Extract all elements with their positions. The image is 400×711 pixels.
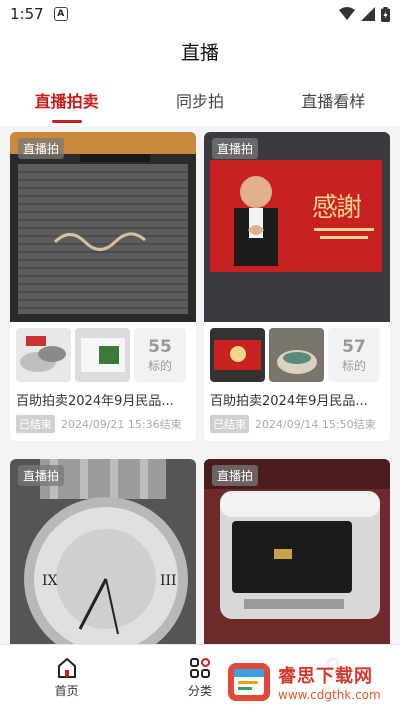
tab-live-auction[interactable]: 直播拍卖 bbox=[0, 74, 133, 126]
svg-text:III: III bbox=[160, 573, 177, 589]
status-badge: 已结束 bbox=[16, 415, 55, 433]
watermark-title: 睿思下载网 bbox=[278, 666, 373, 687]
auction-card[interactable]: 直播拍 bbox=[204, 459, 390, 644]
end-time: 2024/09/21 15:36结束 bbox=[61, 418, 182, 431]
watermark-logo-icon bbox=[228, 663, 270, 701]
top-bar: 直播 bbox=[0, 28, 400, 74]
auction-meta: 已结束 2024/09/14 15:50结束 bbox=[204, 409, 390, 441]
auction-card[interactable]: 感 謝 直播拍 57 标的 百助拍卖2024年9月民品... 已结束 2024/… bbox=[204, 132, 390, 441]
auction-card[interactable]: IX III 直播拍 bbox=[10, 459, 196, 644]
lot-thumb-image bbox=[75, 328, 130, 382]
speaker-image: 直播拍 bbox=[10, 132, 196, 322]
svg-text:謝: 謝 bbox=[336, 193, 362, 223]
lot-thumbnails: 55 标的 bbox=[10, 322, 196, 384]
lot-thumbnails: 57 标的 bbox=[204, 322, 390, 384]
signal-icon bbox=[361, 7, 375, 21]
lot-thumb-image bbox=[16, 328, 71, 382]
tab-sync-auction[interactable]: 同步拍 bbox=[133, 74, 266, 126]
svg-text:IX: IX bbox=[42, 573, 58, 589]
svg-text:感: 感 bbox=[312, 193, 338, 223]
nav-category-label: 分类 bbox=[187, 684, 212, 698]
grid-icon bbox=[189, 658, 210, 678]
watermark-url: www.cdgthk.com bbox=[278, 688, 381, 702]
auction-grid: 直播拍 55 标的 百助拍卖2024年9月民品... 已结束 2024/09/2… bbox=[0, 132, 400, 644]
nav-home-label: 首页 bbox=[54, 684, 79, 698]
lot-count-unit: 标的 bbox=[147, 358, 172, 373]
auction-name: 百助拍卖2024年9月民品... bbox=[16, 394, 174, 409]
tab-bar: 直播拍卖 同步拍 直播看样 bbox=[0, 74, 400, 126]
status-badge: 已结束 bbox=[210, 415, 249, 433]
lot-thumb-image bbox=[269, 328, 324, 382]
watch-image: IX III 直播拍 bbox=[10, 459, 196, 644]
home-icon bbox=[57, 658, 76, 678]
lot-count-number: 55 bbox=[148, 336, 172, 357]
lot-count-unit: 标的 bbox=[341, 358, 366, 373]
notification-icon: A bbox=[53, 7, 68, 21]
page-title: 直播 bbox=[180, 41, 219, 64]
live-badge: 直播拍 bbox=[18, 465, 65, 486]
auction-meta: 已结束 2024/09/21 15:36结束 bbox=[10, 409, 196, 441]
status-bar: 1:57 A bbox=[0, 0, 400, 28]
lot-count: 55 标的 bbox=[134, 328, 186, 382]
red-card-image: 感 謝 直播拍 bbox=[204, 132, 390, 322]
lot-thumb-image bbox=[210, 328, 265, 382]
watermark: 睿思下载网 www.cdgthk.com bbox=[222, 655, 398, 709]
wifi-icon bbox=[339, 7, 355, 20]
end-time: 2024/09/14 15:50结束 bbox=[255, 418, 376, 431]
auction-card[interactable]: 直播拍 55 标的 百助拍卖2024年9月民品... 已结束 2024/09/2… bbox=[10, 132, 196, 441]
status-time: 1:57 bbox=[10, 5, 44, 23]
live-badge: 直播拍 bbox=[212, 138, 259, 159]
live-badge: 直播拍 bbox=[18, 138, 65, 159]
nav-home[interactable]: 首页 bbox=[0, 645, 133, 711]
battery-icon bbox=[381, 6, 390, 22]
tab-live-preview[interactable]: 直播看样 bbox=[267, 74, 400, 126]
lot-count-number: 57 bbox=[342, 336, 366, 357]
auction-name: 百助拍卖2024年9月民品... bbox=[210, 394, 368, 409]
lot-count: 57 标的 bbox=[328, 328, 380, 382]
projector-image: 直播拍 bbox=[204, 459, 390, 644]
live-badge: 直播拍 bbox=[212, 465, 259, 486]
